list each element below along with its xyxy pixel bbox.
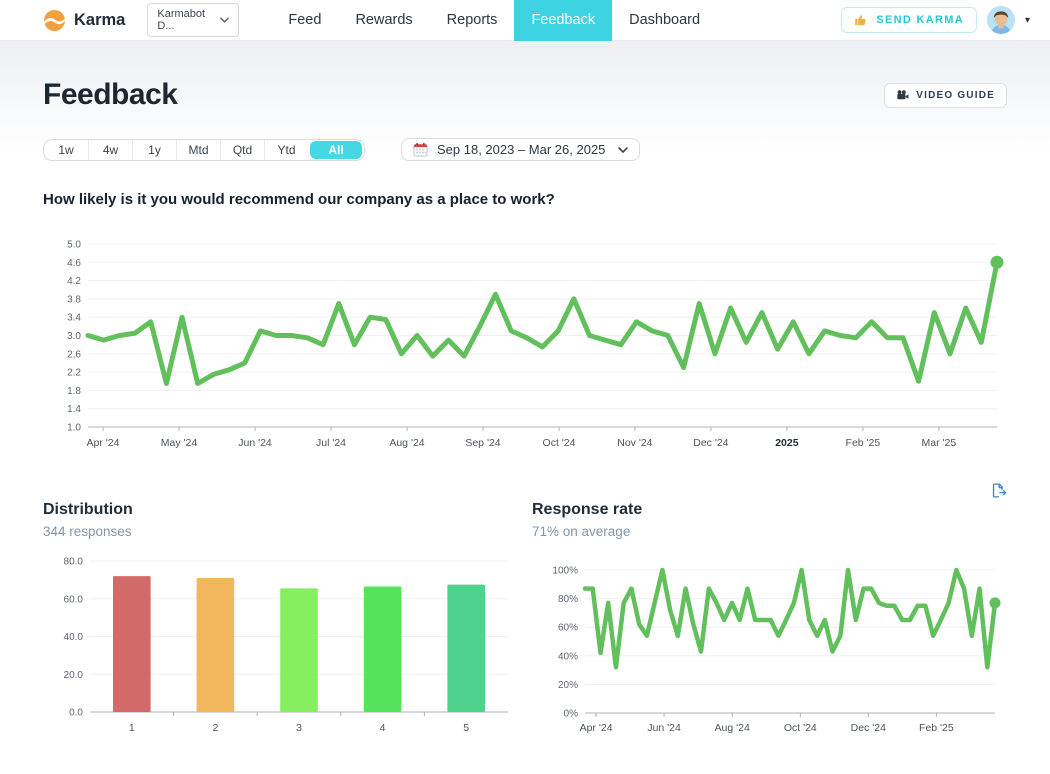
svg-text:60.0: 60.0 (64, 594, 84, 605)
svg-text:80%: 80% (558, 594, 578, 605)
thumbs-up-icon (854, 13, 868, 27)
account-menu-caret-icon[interactable]: ▾ (1025, 15, 1030, 26)
svg-text:3: 3 (296, 722, 302, 734)
karma-logo-icon (43, 9, 66, 32)
send-karma-label: SEND KARMA (876, 14, 964, 26)
svg-text:4.2: 4.2 (67, 276, 81, 287)
range-1w[interactable]: 1w (44, 140, 88, 160)
nav-item-reports[interactable]: Reports (430, 0, 515, 41)
topbar-right-group: SEND KARMA ▾ (841, 6, 1030, 34)
svg-text:60%: 60% (558, 623, 578, 634)
svg-text:Jun '24: Jun '24 (647, 722, 681, 734)
svg-text:1: 1 (129, 722, 135, 734)
page-title: Feedback (43, 78, 177, 112)
top-navigation-bar: Karma Karmabot D... Feed Rewards Reports… (0, 0, 1050, 41)
svg-text:5.0: 5.0 (67, 240, 81, 251)
svg-text:20%: 20% (558, 680, 578, 691)
chevron-down-icon (618, 147, 628, 153)
svg-text:3.4: 3.4 (67, 313, 81, 324)
svg-text:Jul '24: Jul '24 (316, 437, 346, 449)
response-rate-section: Response rate 71% on average 100% 80% 60% 4… (532, 501, 1010, 737)
svg-text:Feb '25: Feb '25 (846, 437, 881, 449)
svg-text:1.0: 1.0 (67, 423, 81, 434)
logo-text: Karma (74, 11, 125, 30)
distribution-title: Distribution (43, 501, 521, 519)
score-trend-line-chart: 5.0 4.6 4.2 3.8 3.4 3.0 2.6 2.2 1.8 1.4 1.0 Apr '24… (43, 237, 1007, 467)
distribution-subtitle: 344 responses (43, 524, 521, 539)
svg-text:Sep '24: Sep '24 (465, 437, 500, 449)
svg-text:Aug '24: Aug '24 (389, 437, 424, 449)
nav-item-dashboard[interactable]: Dashboard (612, 0, 717, 41)
movie-camera-icon (896, 89, 909, 102)
svg-text:Apr '24: Apr '24 (87, 437, 120, 449)
time-range-segmented-control: 1w 4w 1y Mtd Qtd Ytd All (43, 139, 365, 161)
svg-text:3.0: 3.0 (67, 331, 81, 342)
video-guide-button[interactable]: VIDEO GUIDE (884, 83, 1007, 108)
range-qtd[interactable]: Qtd (220, 140, 264, 160)
svg-text:Oct '24: Oct '24 (543, 437, 576, 449)
svg-text:Oct '24: Oct '24 (784, 722, 817, 734)
survey-question-heading: How likely is it you would recommend our… (43, 191, 1007, 208)
svg-text:Nov '24: Nov '24 (617, 437, 652, 449)
distribution-section: Distribution 344 responses 80.060.040.02… (43, 501, 521, 737)
chevron-down-icon (220, 17, 229, 23)
svg-text:Mar '25: Mar '25 (922, 437, 957, 449)
svg-text:4.6: 4.6 (67, 258, 81, 269)
response-rate-subtitle: 71% on average (532, 524, 1010, 539)
response-rate-title: Response rate (532, 501, 1010, 519)
svg-text:100%: 100% (552, 566, 578, 577)
export-icon[interactable] (990, 482, 1007, 499)
range-mtd[interactable]: Mtd (176, 140, 220, 160)
nav-item-feedback[interactable]: Feedback (514, 0, 612, 41)
svg-text:2025: 2025 (775, 437, 799, 449)
svg-text:Apr '24: Apr '24 (580, 722, 613, 734)
range-ytd[interactable]: Ytd (264, 140, 308, 160)
svg-text:40.0: 40.0 (64, 632, 84, 643)
date-range-picker[interactable]: Sep 18, 2023 – Mar 26, 2025 (401, 138, 640, 161)
range-4w[interactable]: 4w (88, 140, 132, 160)
svg-text:1.4: 1.4 (67, 404, 81, 415)
svg-text:40%: 40% (558, 651, 578, 662)
svg-text:Aug '24: Aug '24 (715, 722, 750, 734)
nav-item-rewards[interactable]: Rewards (338, 0, 429, 41)
send-karma-button[interactable]: SEND KARMA (841, 7, 977, 33)
date-range-label: Sep 18, 2023 – Mar 26, 2025 (437, 142, 605, 157)
karma-logo-group[interactable]: Karma (43, 9, 125, 32)
svg-text:5: 5 (463, 722, 469, 734)
range-1y[interactable]: 1y (132, 140, 176, 160)
svg-text:Jun '24: Jun '24 (238, 437, 272, 449)
nav-item-feed[interactable]: Feed (271, 0, 338, 41)
response-rate-line-chart: 100% 80% 60% 40% 20% 0%Apr '24 Jun '24 Aug '24 O… (532, 552, 1010, 737)
feedback-page: Feedback VIDEO GUIDE 1w 4w 1y Mtd Qtd Yt… (0, 41, 1050, 774)
workspace-selector[interactable]: Karmabot D... (147, 3, 239, 37)
svg-text:Feb '25: Feb '25 (919, 722, 954, 734)
svg-text:20.0: 20.0 (64, 670, 84, 681)
calendar-icon (413, 142, 428, 157)
svg-text:Dec '24: Dec '24 (851, 722, 886, 734)
svg-text:May '24: May '24 (161, 437, 198, 449)
main-nav: Feed Rewards Reports Feedback Dashboard (271, 0, 717, 41)
svg-text:1.8: 1.8 (67, 386, 81, 397)
svg-text:80.0: 80.0 (64, 557, 84, 568)
svg-text:0.0: 0.0 (69, 708, 83, 719)
svg-text:2: 2 (212, 722, 218, 734)
workspace-selector-label: Karmabot D... (157, 8, 213, 32)
svg-text:2.6: 2.6 (67, 349, 81, 360)
range-all[interactable]: All (310, 141, 362, 159)
video-guide-label: VIDEO GUIDE (916, 90, 995, 101)
user-avatar[interactable] (987, 6, 1015, 34)
svg-text:2.2: 2.2 (67, 368, 81, 379)
svg-text:0%: 0% (564, 709, 579, 720)
distribution-bar-chart: 80.0 60.0 40.0 20.0 0.0 1 2 3 4 5 (43, 552, 521, 737)
svg-text:4: 4 (380, 722, 386, 734)
svg-text:3.8: 3.8 (67, 294, 81, 305)
svg-text:Dec '24: Dec '24 (693, 437, 728, 449)
